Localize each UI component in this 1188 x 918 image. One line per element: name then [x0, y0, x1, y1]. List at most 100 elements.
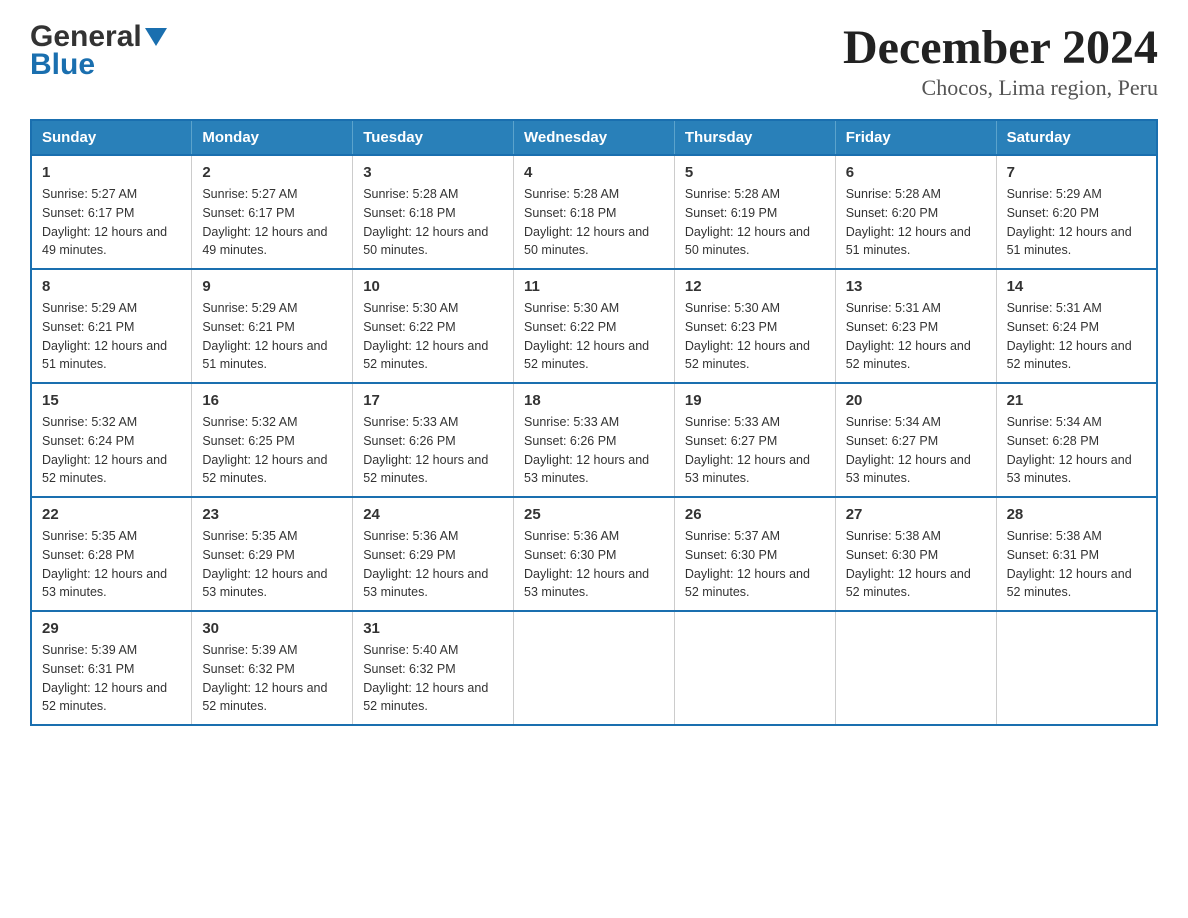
col-friday: Friday: [835, 120, 996, 155]
day-number: 8: [42, 278, 181, 295]
day-info: Sunrise: 5:39 AM Sunset: 6:31 PM Dayligh…: [42, 641, 181, 716]
day-number: 19: [685, 392, 825, 409]
calendar-week-row: 8 Sunrise: 5:29 AM Sunset: 6:21 PM Dayli…: [31, 269, 1157, 383]
day-number: 17: [363, 392, 503, 409]
calendar-day-cell: 23 Sunrise: 5:35 AM Sunset: 6:29 PM Dayl…: [192, 497, 353, 611]
calendar-location: Chocos, Lima region, Peru: [843, 75, 1158, 101]
calendar-day-cell: 20 Sunrise: 5:34 AM Sunset: 6:27 PM Dayl…: [835, 383, 996, 497]
calendar-day-cell: [996, 611, 1157, 725]
day-number: 5: [685, 164, 825, 181]
calendar-day-cell: 28 Sunrise: 5:38 AM Sunset: 6:31 PM Dayl…: [996, 497, 1157, 611]
calendar-day-cell: 7 Sunrise: 5:29 AM Sunset: 6:20 PM Dayli…: [996, 155, 1157, 269]
calendar-day-cell: 10 Sunrise: 5:30 AM Sunset: 6:22 PM Dayl…: [353, 269, 514, 383]
day-number: 11: [524, 278, 664, 295]
calendar-day-cell: 8 Sunrise: 5:29 AM Sunset: 6:21 PM Dayli…: [31, 269, 192, 383]
calendar-day-cell: 26 Sunrise: 5:37 AM Sunset: 6:30 PM Dayl…: [674, 497, 835, 611]
day-number: 12: [685, 278, 825, 295]
calendar-day-cell: 24 Sunrise: 5:36 AM Sunset: 6:29 PM Dayl…: [353, 497, 514, 611]
day-info: Sunrise: 5:39 AM Sunset: 6:32 PM Dayligh…: [202, 641, 342, 716]
calendar-day-cell: [674, 611, 835, 725]
day-number: 1: [42, 164, 181, 181]
day-number: 21: [1007, 392, 1146, 409]
calendar-day-cell: 9 Sunrise: 5:29 AM Sunset: 6:21 PM Dayli…: [192, 269, 353, 383]
day-info: Sunrise: 5:30 AM Sunset: 6:22 PM Dayligh…: [524, 299, 664, 374]
calendar-week-row: 29 Sunrise: 5:39 AM Sunset: 6:31 PM Dayl…: [31, 611, 1157, 725]
page-header: General Blue December 2024 Chocos, Lima …: [30, 20, 1158, 101]
calendar-day-cell: 5 Sunrise: 5:28 AM Sunset: 6:19 PM Dayli…: [674, 155, 835, 269]
day-info: Sunrise: 5:27 AM Sunset: 6:17 PM Dayligh…: [42, 185, 181, 260]
calendar-day-cell: 3 Sunrise: 5:28 AM Sunset: 6:18 PM Dayli…: [353, 155, 514, 269]
logo-blue-text: Blue: [30, 48, 95, 82]
day-info: Sunrise: 5:35 AM Sunset: 6:28 PM Dayligh…: [42, 527, 181, 602]
logo-triangle-icon: [145, 28, 167, 51]
day-number: 25: [524, 506, 664, 523]
day-number: 31: [363, 620, 503, 637]
day-info: Sunrise: 5:31 AM Sunset: 6:24 PM Dayligh…: [1007, 299, 1146, 374]
day-number: 22: [42, 506, 181, 523]
col-wednesday: Wednesday: [514, 120, 675, 155]
day-number: 24: [363, 506, 503, 523]
day-number: 16: [202, 392, 342, 409]
calendar-day-cell: 29 Sunrise: 5:39 AM Sunset: 6:31 PM Dayl…: [31, 611, 192, 725]
calendar-title-block: December 2024 Chocos, Lima region, Peru: [843, 20, 1158, 101]
calendar-day-cell: 13 Sunrise: 5:31 AM Sunset: 6:23 PM Dayl…: [835, 269, 996, 383]
day-info: Sunrise: 5:33 AM Sunset: 6:26 PM Dayligh…: [363, 413, 503, 488]
calendar-day-cell: 18 Sunrise: 5:33 AM Sunset: 6:26 PM Dayl…: [514, 383, 675, 497]
day-number: 3: [363, 164, 503, 181]
calendar-day-cell: 22 Sunrise: 5:35 AM Sunset: 6:28 PM Dayl…: [31, 497, 192, 611]
calendar-day-cell: 16 Sunrise: 5:32 AM Sunset: 6:25 PM Dayl…: [192, 383, 353, 497]
day-number: 2: [202, 164, 342, 181]
calendar-day-cell: 21 Sunrise: 5:34 AM Sunset: 6:28 PM Dayl…: [996, 383, 1157, 497]
day-info: Sunrise: 5:38 AM Sunset: 6:31 PM Dayligh…: [1007, 527, 1146, 602]
day-number: 15: [42, 392, 181, 409]
day-info: Sunrise: 5:37 AM Sunset: 6:30 PM Dayligh…: [685, 527, 825, 602]
calendar-week-row: 22 Sunrise: 5:35 AM Sunset: 6:28 PM Dayl…: [31, 497, 1157, 611]
day-number: 6: [846, 164, 986, 181]
day-info: Sunrise: 5:27 AM Sunset: 6:17 PM Dayligh…: [202, 185, 342, 260]
calendar-week-row: 15 Sunrise: 5:32 AM Sunset: 6:24 PM Dayl…: [31, 383, 1157, 497]
day-info: Sunrise: 5:36 AM Sunset: 6:29 PM Dayligh…: [363, 527, 503, 602]
day-number: 18: [524, 392, 664, 409]
day-info: Sunrise: 5:30 AM Sunset: 6:22 PM Dayligh…: [363, 299, 503, 374]
day-number: 13: [846, 278, 986, 295]
day-info: Sunrise: 5:35 AM Sunset: 6:29 PM Dayligh…: [202, 527, 342, 602]
day-number: 28: [1007, 506, 1146, 523]
calendar-day-cell: 25 Sunrise: 5:36 AM Sunset: 6:30 PM Dayl…: [514, 497, 675, 611]
calendar-header-row: Sunday Monday Tuesday Wednesday Thursday…: [31, 120, 1157, 155]
day-info: Sunrise: 5:33 AM Sunset: 6:26 PM Dayligh…: [524, 413, 664, 488]
day-info: Sunrise: 5:28 AM Sunset: 6:18 PM Dayligh…: [524, 185, 664, 260]
calendar-day-cell: 19 Sunrise: 5:33 AM Sunset: 6:27 PM Dayl…: [674, 383, 835, 497]
day-info: Sunrise: 5:28 AM Sunset: 6:20 PM Dayligh…: [846, 185, 986, 260]
calendar-day-cell: 11 Sunrise: 5:30 AM Sunset: 6:22 PM Dayl…: [514, 269, 675, 383]
day-info: Sunrise: 5:38 AM Sunset: 6:30 PM Dayligh…: [846, 527, 986, 602]
day-info: Sunrise: 5:32 AM Sunset: 6:24 PM Dayligh…: [42, 413, 181, 488]
calendar-day-cell: 6 Sunrise: 5:28 AM Sunset: 6:20 PM Dayli…: [835, 155, 996, 269]
day-info: Sunrise: 5:28 AM Sunset: 6:19 PM Dayligh…: [685, 185, 825, 260]
calendar-day-cell: [514, 611, 675, 725]
calendar-day-cell: 30 Sunrise: 5:39 AM Sunset: 6:32 PM Dayl…: [192, 611, 353, 725]
calendar-day-cell: 31 Sunrise: 5:40 AM Sunset: 6:32 PM Dayl…: [353, 611, 514, 725]
calendar-day-cell: 12 Sunrise: 5:30 AM Sunset: 6:23 PM Dayl…: [674, 269, 835, 383]
col-monday: Monday: [192, 120, 353, 155]
day-number: 20: [846, 392, 986, 409]
col-thursday: Thursday: [674, 120, 835, 155]
day-info: Sunrise: 5:34 AM Sunset: 6:27 PM Dayligh…: [846, 413, 986, 488]
day-info: Sunrise: 5:31 AM Sunset: 6:23 PM Dayligh…: [846, 299, 986, 374]
calendar-day-cell: 4 Sunrise: 5:28 AM Sunset: 6:18 PM Dayli…: [514, 155, 675, 269]
day-number: 10: [363, 278, 503, 295]
day-info: Sunrise: 5:34 AM Sunset: 6:28 PM Dayligh…: [1007, 413, 1146, 488]
calendar-day-cell: 17 Sunrise: 5:33 AM Sunset: 6:26 PM Dayl…: [353, 383, 514, 497]
col-tuesday: Tuesday: [353, 120, 514, 155]
day-number: 27: [846, 506, 986, 523]
logo: General Blue: [30, 20, 167, 82]
day-number: 7: [1007, 164, 1146, 181]
calendar-day-cell: 15 Sunrise: 5:32 AM Sunset: 6:24 PM Dayl…: [31, 383, 192, 497]
day-info: Sunrise: 5:36 AM Sunset: 6:30 PM Dayligh…: [524, 527, 664, 602]
col-saturday: Saturday: [996, 120, 1157, 155]
day-info: Sunrise: 5:32 AM Sunset: 6:25 PM Dayligh…: [202, 413, 342, 488]
calendar-day-cell: 14 Sunrise: 5:31 AM Sunset: 6:24 PM Dayl…: [996, 269, 1157, 383]
day-number: 9: [202, 278, 342, 295]
day-info: Sunrise: 5:28 AM Sunset: 6:18 PM Dayligh…: [363, 185, 503, 260]
calendar-table: Sunday Monday Tuesday Wednesday Thursday…: [30, 119, 1158, 726]
calendar-day-cell: [835, 611, 996, 725]
